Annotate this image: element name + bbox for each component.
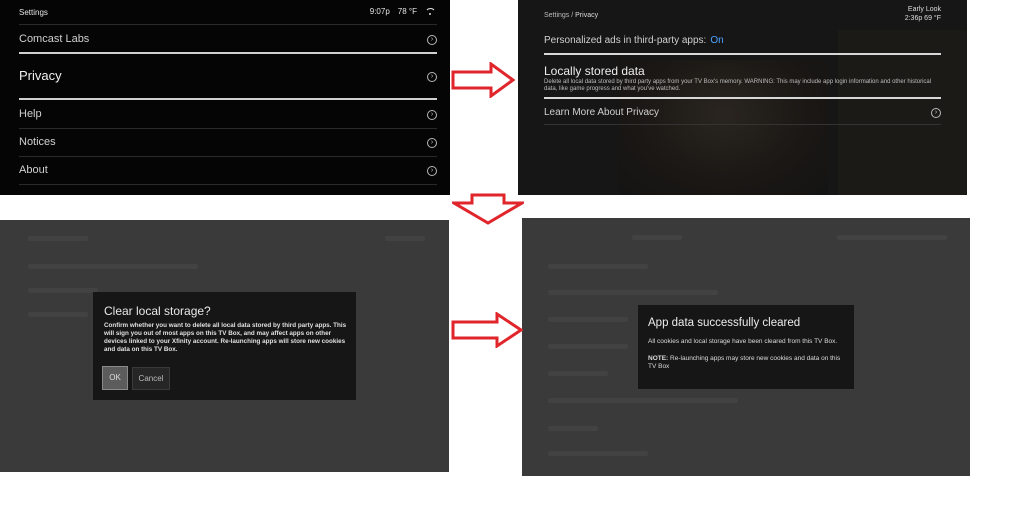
dimmed-status — [385, 236, 425, 241]
cancel-button[interactable]: Cancel — [132, 367, 170, 390]
early-look-badge: Early Look — [907, 6, 941, 13]
note-label: NOTE: — [648, 355, 669, 362]
dimmed-row — [28, 288, 98, 293]
chevron-right-icon: › — [427, 110, 437, 120]
option-label: Learn More About Privacy — [544, 107, 660, 118]
locally-stored-data-option[interactable]: Locally stored data — [544, 64, 645, 78]
dimmed-header — [632, 235, 682, 240]
divider — [544, 124, 941, 125]
wifi-icon — [425, 7, 436, 16]
dialog-body: Confirm whether you want to delete all l… — [104, 322, 347, 353]
menu-item-label: Notices — [19, 136, 56, 148]
dimmed-row — [28, 312, 88, 317]
focus-line-top — [544, 53, 941, 55]
page-title: Settings — [19, 8, 48, 17]
status-bar: Early Look 2:36p 69 °F — [905, 5, 941, 23]
focus-line-top — [19, 52, 437, 54]
divider — [19, 128, 437, 129]
dialog-title: Clear local storage? — [104, 304, 211, 318]
option-value: On — [710, 35, 724, 46]
clear-storage-dialog: Clear local storage? Confirm whether you… — [93, 292, 356, 400]
chevron-right-icon: › — [427, 138, 437, 148]
privacy-settings-screen: Settings / Privacy Early Look 2:36p 69 °… — [518, 0, 967, 195]
dimmed-row — [548, 451, 648, 456]
dimmed-row — [548, 317, 628, 322]
focus-line-bottom — [19, 98, 437, 100]
option-label: Personalized ads in third-party apps: — [544, 35, 707, 46]
arrow-down-icon — [452, 193, 524, 225]
dialog-message: All cookies and local storage have been … — [648, 338, 838, 345]
menu-item-label: Help — [19, 108, 42, 120]
data-cleared-screen: App data successfully cleared All cookie… — [522, 218, 970, 476]
arrow-right-icon — [451, 312, 523, 348]
dimmed-row — [548, 426, 598, 431]
dialog-title: App data successfully cleared — [648, 317, 801, 329]
chevron-right-icon: › — [427, 35, 437, 45]
menu-item-label: About — [19, 164, 48, 176]
breadcrumb-current: Privacy — [575, 12, 599, 19]
ok-button[interactable]: OK — [102, 366, 128, 390]
dimmed-row — [28, 264, 198, 269]
dimmed-row — [548, 290, 718, 295]
clear-storage-confirm-screen: Clear local storage? Confirm whether you… — [0, 220, 449, 472]
breadcrumb: Settings / Privacy — [544, 12, 599, 19]
data-cleared-dialog: App data successfully cleared All cookie… — [638, 305, 854, 389]
dimmed-row — [548, 398, 738, 403]
chevron-right-icon: › — [427, 166, 437, 176]
arrow-right-icon — [451, 62, 515, 98]
chevron-right-icon: › — [427, 72, 437, 82]
chevron-right-icon: › — [931, 108, 941, 118]
settings-menu-screen: Settings 9:07p 78 °F Comcast Labs › Priv… — [0, 0, 450, 195]
clock-temperature: 2:36p 69 °F — [904, 15, 941, 22]
dialog-note: NOTE: Re-launching apps may store new co… — [648, 355, 846, 371]
status-bar: 9:07p 78 °F — [370, 7, 436, 16]
breadcrumb-parent[interactable]: Settings — [544, 12, 569, 19]
divider — [19, 156, 437, 157]
dimmed-row — [548, 264, 648, 269]
dimmed-status — [837, 235, 947, 240]
dimmed-row — [548, 344, 628, 349]
focus-line-bottom — [544, 97, 941, 99]
temperature: 78 °F — [397, 7, 417, 16]
dimmed-header — [28, 236, 88, 241]
note-text: Re-launching apps may store new cookies … — [648, 355, 841, 370]
locally-stored-data-description: Delete all local data stored by third pa… — [544, 79, 932, 92]
divider — [19, 24, 437, 25]
menu-item-label: Privacy — [19, 68, 62, 83]
dimmed-row — [548, 371, 608, 376]
divider — [19, 184, 437, 185]
menu-item-label: Comcast Labs — [19, 33, 90, 45]
learn-more-privacy-link[interactable]: Learn More About Privacy › — [544, 107, 941, 118]
personalized-ads-option[interactable]: Personalized ads in third-party apps: On — [544, 35, 724, 46]
clock: 9:07p — [369, 7, 390, 16]
